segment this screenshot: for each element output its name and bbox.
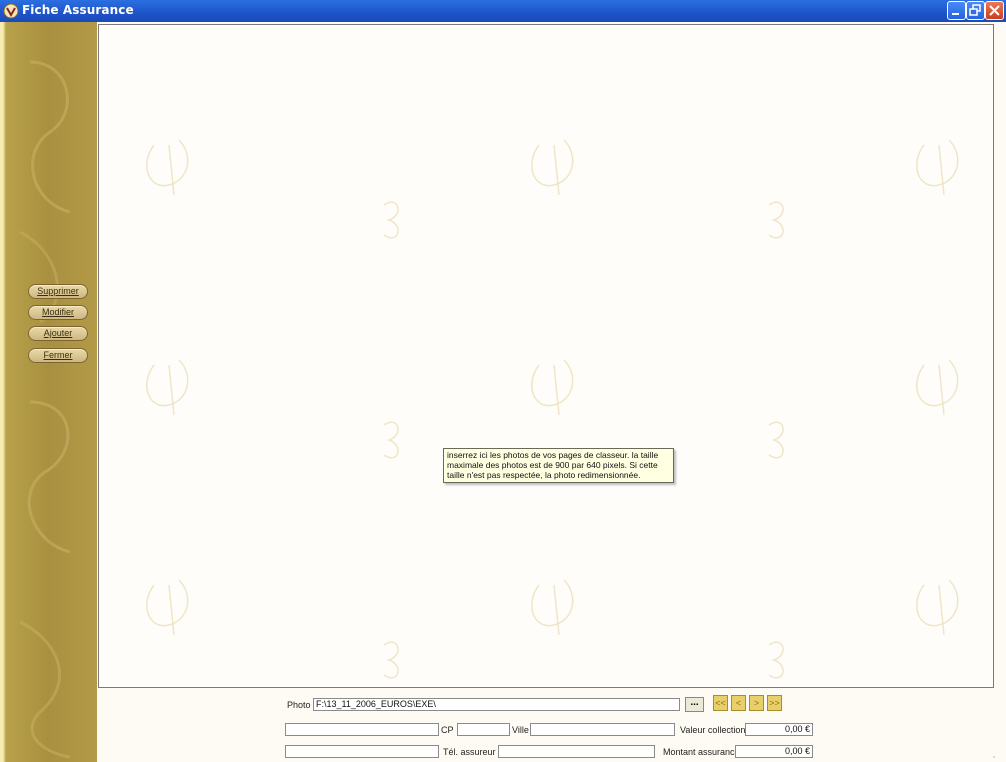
tel-assureur-label: Tél. assureur: [443, 747, 496, 757]
resize-grip-icon[interactable]: ⠠: [990, 751, 996, 760]
valeur-collection-field[interactable]: 0,00 €: [745, 723, 813, 736]
montant-assurance-label: Montant assurance: [663, 747, 740, 757]
photo-area[interactable]: [98, 24, 994, 688]
app-icon: [3, 3, 19, 19]
cp-field[interactable]: [457, 723, 510, 736]
photo-label: Photo: [287, 700, 311, 710]
minimize-button[interactable]: [947, 1, 966, 20]
name-field[interactable]: [285, 745, 439, 758]
delete-button[interactable]: Supprimer: [28, 284, 88, 299]
valeur-collection-label: Valeur collection: [680, 725, 746, 735]
title-bar: Fiche Assurance: [0, 0, 1006, 22]
first-record-button[interactable]: <<: [713, 695, 728, 711]
restore-button[interactable]: [966, 1, 985, 20]
close-button[interactable]: [985, 1, 1004, 20]
window-title: Fiche Assurance: [22, 3, 134, 17]
restore-icon: [969, 4, 981, 16]
last-record-button[interactable]: >>: [767, 695, 782, 711]
prev-record-button[interactable]: <: [731, 695, 746, 711]
browse-button[interactable]: ...: [685, 697, 704, 712]
minimize-icon: [952, 13, 959, 15]
photo-tooltip: inserrez ici les photos de vos pages de …: [443, 448, 674, 483]
watermark-pattern: [146, 139, 959, 679]
close-icon: [989, 5, 1000, 16]
sidebar: Supprimer Modifier Ajouter Fermer: [0, 22, 97, 762]
cp-label: CP: [441, 725, 454, 735]
montant-assurance-field[interactable]: 0,00 €: [735, 745, 813, 758]
photo-path-field[interactable]: F:\13_11_2006_EUROS\EXE\: [313, 698, 680, 711]
close-form-button[interactable]: Fermer: [28, 348, 88, 363]
sidebar-ornament: [19, 60, 71, 759]
next-record-button[interactable]: >: [749, 695, 764, 711]
modify-button[interactable]: Modifier: [28, 305, 88, 320]
add-button[interactable]: Ajouter: [28, 326, 88, 341]
tel-assureur-field[interactable]: [498, 745, 655, 758]
ville-field[interactable]: [530, 723, 675, 736]
ville-label: Ville: [512, 725, 529, 735]
address-field[interactable]: [285, 723, 439, 736]
